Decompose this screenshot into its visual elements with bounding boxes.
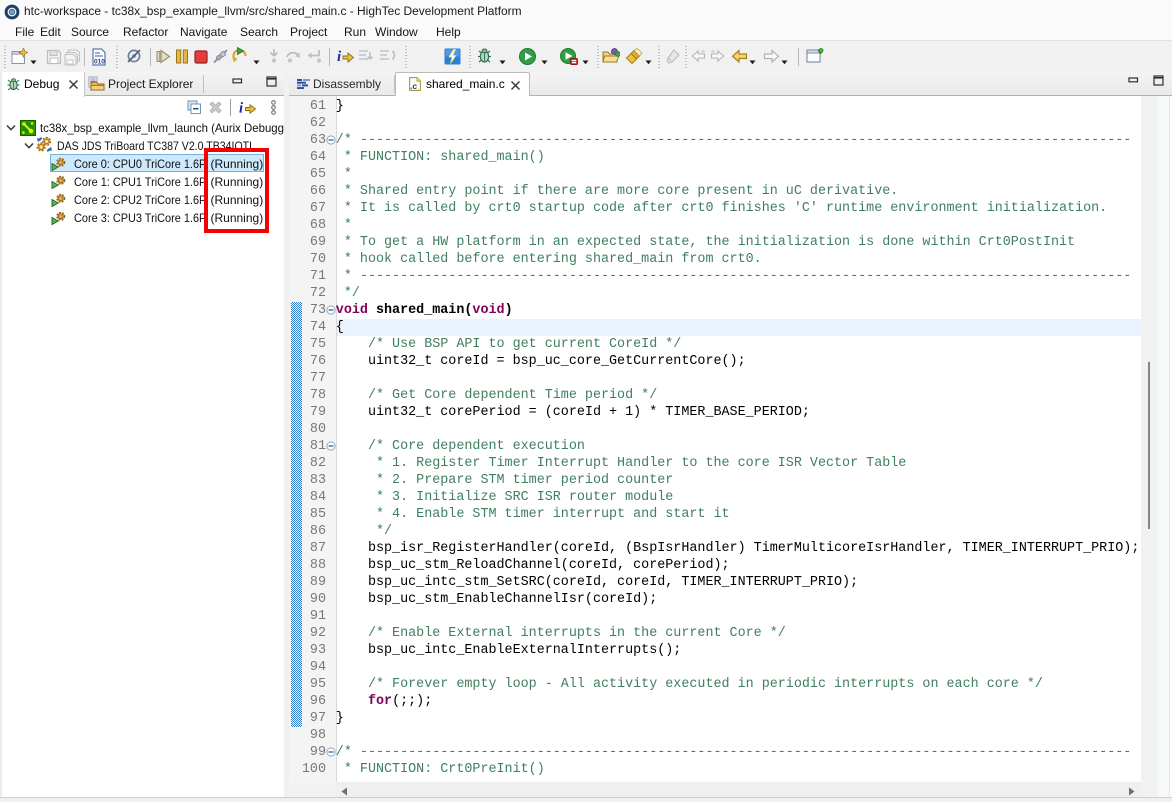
svg-text:010: 010: [94, 59, 105, 66]
svg-text:i: i: [239, 101, 243, 117]
